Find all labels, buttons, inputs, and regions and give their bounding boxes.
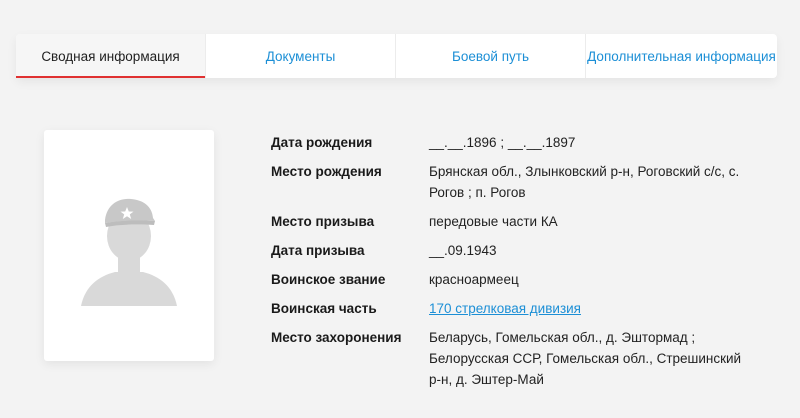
info-value: Беларусь, Гомельская обл., д. Эштормад ;… (429, 330, 742, 387)
info-label: Место рождения (271, 164, 382, 179)
info-row-birth-place: Место рождения Брянская обл., Злынковски… (271, 161, 751, 203)
tab-summary[interactable]: Сводная информация (16, 34, 206, 78)
photo-card (44, 130, 214, 361)
info-label: Воинское звание (271, 272, 386, 287)
info-row-unit: Воинская часть 170 стрелковая дивизия (271, 298, 751, 319)
info-label: Воинская часть (271, 301, 377, 316)
info-row-birth-date: Дата рождения __.__.1896 ; __.__.1897 (271, 132, 751, 153)
info-row-rank: Воинское звание красноармеец (271, 269, 751, 290)
tab-documents[interactable]: Документы (206, 34, 396, 78)
info-label: Дата рождения (271, 135, 373, 150)
info-value: Брянская обл., Злынковский р-н, Роговски… (429, 164, 740, 200)
info-row-draft-date: Дата призыва __.09.1943 (271, 240, 751, 261)
info-value: красноармеец (429, 272, 519, 287)
info-value-wrapper: 170 стрелковая дивизия (429, 298, 749, 319)
info-value: передовые части КА (429, 214, 558, 229)
info-value: __.09.1943 (429, 243, 497, 258)
info-row-draft-place: Место призыва передовые части КА (271, 211, 751, 232)
tab-additional-info[interactable]: Дополнительная информация (586, 34, 777, 78)
info-value: __.__.1896 ; __.__.1897 (429, 135, 576, 150)
info-row-burial-place: Место захоронения Беларусь, Гомельская о… (271, 327, 751, 390)
personal-info: Дата рождения __.__.1896 ; __.__.1897 Ме… (271, 132, 751, 398)
tab-combat-path[interactable]: Боевой путь (396, 34, 586, 78)
soldier-silhouette-placeholder-icon (81, 198, 177, 306)
unit-link[interactable]: 170 стрелковая дивизия (429, 301, 581, 316)
info-label: Место призыва (271, 214, 375, 229)
tab-bar: Сводная информация Документы Боевой путь… (16, 34, 777, 78)
info-label: Дата призыва (271, 243, 365, 258)
info-label: Место захоронения (271, 330, 402, 345)
